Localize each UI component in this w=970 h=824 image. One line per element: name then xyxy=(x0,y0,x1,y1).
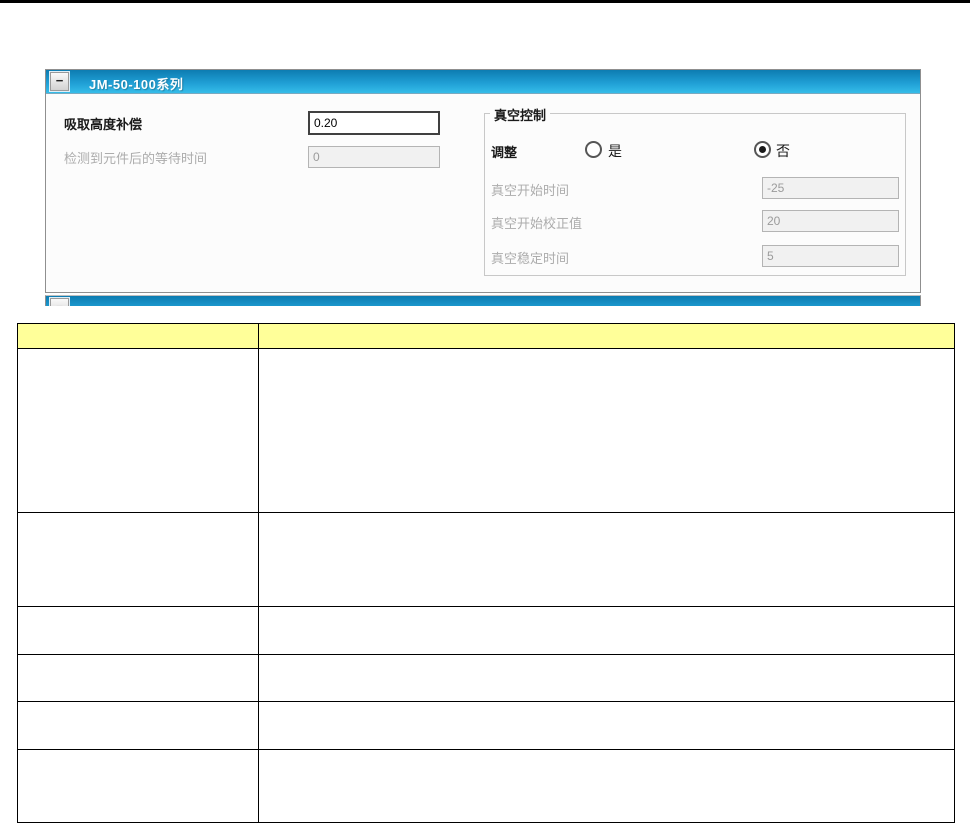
wait-time-input xyxy=(308,146,440,168)
radio-dot xyxy=(759,146,766,153)
vacuum-start-time-label: 真空开始时间 xyxy=(491,183,570,198)
adjust-yes-radio[interactable] xyxy=(585,141,602,158)
page-top-rule xyxy=(0,0,970,3)
table-cell xyxy=(17,654,259,702)
table-row xyxy=(17,701,955,750)
vacuum-start-correction-input xyxy=(762,210,899,232)
vacuum-start-correction-label: 真空开始校正值 xyxy=(491,216,583,231)
adjust-no-label[interactable]: 否 xyxy=(776,141,790,161)
settings-panel-jm-50-100: − JM-50-100系列 吸取高度补偿 检测到元件后的等待时间 真空控制 调整… xyxy=(45,69,921,293)
collapse-minus-icon[interactable]: − xyxy=(50,298,69,306)
table-header-cell xyxy=(258,323,955,349)
vacuum-group-title: 真空控制 xyxy=(490,105,551,124)
table-row xyxy=(17,512,955,607)
table-row xyxy=(17,348,955,513)
vacuum-stabilize-time-input xyxy=(762,245,899,267)
table-cell xyxy=(258,512,955,607)
wait-time-label: 检测到元件后的等待时间 xyxy=(64,151,208,166)
table-header-row xyxy=(17,323,955,349)
table-row xyxy=(17,654,955,702)
second-panel-titlebar: − xyxy=(46,296,920,306)
table-cell xyxy=(258,749,955,823)
table-row xyxy=(17,606,955,655)
page: − JM-50-100系列 吸取高度补偿 检测到元件后的等待时间 真空控制 调整… xyxy=(0,0,970,824)
vacuum-control-group: 真空控制 调整 是 否 真空开始时间 真空开始校正值 真空稳定时间 xyxy=(484,105,906,276)
adjust-yes-label[interactable]: 是 xyxy=(608,141,622,161)
table-header-cell xyxy=(17,323,259,349)
adjust-no-radio[interactable] xyxy=(754,141,771,158)
table-cell xyxy=(17,512,259,607)
table-cell xyxy=(258,701,955,750)
pickup-height-label: 吸取高度补偿 xyxy=(64,117,143,132)
table-cell xyxy=(258,348,955,513)
adjust-label: 调整 xyxy=(491,145,518,160)
second-panel-clipped: − xyxy=(45,295,921,306)
panel-titlebar: − JM-50-100系列 xyxy=(46,70,920,94)
table-cell xyxy=(17,701,259,750)
vacuum-start-time-input xyxy=(762,177,899,199)
table-row xyxy=(17,749,955,823)
table-cell xyxy=(258,654,955,702)
table-cell xyxy=(17,749,259,823)
vacuum-stabilize-time-label: 真空稳定时间 xyxy=(491,251,570,266)
collapse-minus-icon[interactable]: − xyxy=(50,72,69,91)
description-table xyxy=(17,323,955,823)
table-cell xyxy=(17,606,259,655)
panel-title: JM-50-100系列 xyxy=(89,77,184,92)
table-cell xyxy=(258,606,955,655)
table-cell xyxy=(17,348,259,513)
pickup-height-input[interactable] xyxy=(308,111,440,135)
